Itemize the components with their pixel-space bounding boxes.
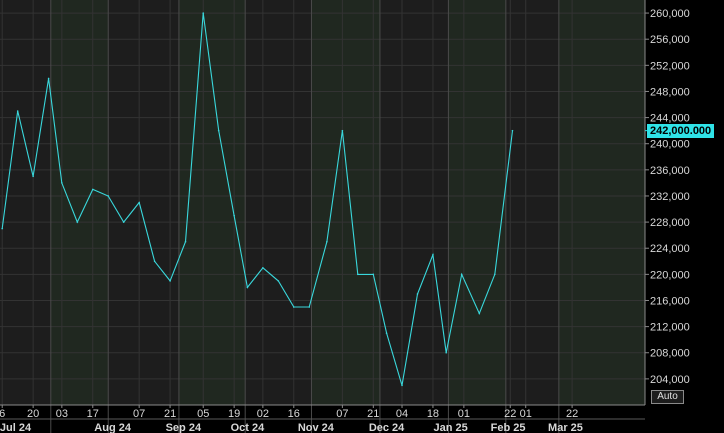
x-tick-label: 22 (566, 408, 578, 420)
data-point (385, 332, 388, 334)
month-label: Sep 24 (166, 422, 202, 433)
y-tick-label: 228,000 (650, 217, 690, 229)
x-tick-label: 21 (164, 408, 176, 420)
month-label: Mar 25 (548, 422, 583, 433)
data-point (445, 351, 447, 354)
y-tick-label: 244,000 (650, 113, 690, 125)
x-tick-label: 21 (367, 408, 379, 420)
data-point (1, 227, 4, 230)
data-point (432, 253, 434, 256)
data-point (493, 273, 496, 276)
y-tick-label: 224,000 (650, 243, 690, 255)
x-tick-label: 07 (336, 408, 348, 420)
x-tick-label: 05 (197, 408, 209, 420)
data-point (138, 201, 140, 204)
data-point (511, 129, 514, 132)
data-point (277, 280, 280, 282)
month-label: Aug 24 (94, 422, 132, 433)
x-tick-label: 01 (458, 408, 470, 420)
x-tick-label: 03 (56, 408, 68, 420)
x-tick-label: 18 (427, 408, 439, 420)
line-chart: 204,000 208,000 212,000 216,000 220,000 224,0… (0, 0, 724, 433)
x-tick-label: 17 (87, 408, 99, 420)
x-tick-label: 20 (27, 408, 39, 420)
data-point (107, 195, 110, 197)
x-tick-label: 07 (133, 408, 145, 420)
x-tick-label: 19 (228, 408, 240, 420)
data-point (372, 273, 375, 276)
data-point (416, 293, 419, 295)
x-tick-label: 16 (288, 408, 300, 420)
data-point (460, 273, 463, 276)
y-tick-label: 248,000 (650, 86, 690, 98)
data-point (61, 182, 63, 184)
data-point (326, 240, 328, 243)
month-label: Nov 24 (298, 422, 335, 433)
y-tick-label: 232,000 (650, 191, 690, 203)
data-point (122, 221, 125, 223)
last-value-tag: 242,000.000 (647, 124, 715, 138)
data-point (308, 306, 311, 308)
x-tick-label: 01 (520, 408, 532, 420)
y-tick-label: 212,000 (650, 322, 690, 334)
y-tick-label: 208,000 (650, 348, 690, 360)
data-point (341, 129, 344, 132)
data-point (292, 306, 295, 308)
x-tick-label: 22 (504, 408, 516, 420)
data-point (184, 240, 187, 243)
y-axis-ticks: 204,000 208,000 212,000 216,000 220,000 224,0… (645, 8, 690, 386)
auto-scale-button[interactable]: Auto (651, 390, 684, 404)
month-bands (0, 0, 645, 405)
month-label: Dec 24 (369, 422, 405, 433)
y-tick-label: 236,000 (650, 165, 690, 177)
data-point (169, 280, 171, 282)
y-tick-label: 252,000 (650, 60, 690, 72)
y-tick-label: 256,000 (650, 34, 690, 46)
data-point (217, 129, 220, 132)
data-point (32, 175, 34, 178)
data-point (246, 286, 249, 289)
x-tick-label: 04 (396, 408, 408, 420)
x-tick-label: 6 (0, 408, 5, 420)
x-tick-label: 02 (257, 408, 269, 420)
data-point (16, 110, 19, 112)
month-label: Jan 25 (433, 422, 467, 433)
data-point (401, 384, 403, 387)
month-band (50, 0, 109, 405)
month-label: Oct 24 (231, 422, 266, 433)
data-point (91, 188, 94, 191)
data-point (202, 12, 205, 14)
month-band (448, 0, 506, 405)
y-tick-label: 204,000 (650, 374, 690, 386)
data-point (153, 260, 156, 263)
month-label: Feb 25 (491, 422, 526, 433)
month-label: Jul 24 (0, 422, 32, 433)
data-point (47, 77, 50, 80)
y-tick-label: 240,000 (650, 139, 690, 151)
data-point (478, 312, 481, 315)
y-tick-label: 216,000 (650, 295, 690, 307)
y-tick-label: 220,000 (650, 269, 690, 281)
month-band (311, 0, 380, 405)
data-point (357, 273, 359, 276)
data-point (233, 214, 235, 217)
y-tick-label: 260,000 (650, 8, 690, 20)
data-point (262, 267, 264, 269)
data-point (76, 221, 79, 223)
